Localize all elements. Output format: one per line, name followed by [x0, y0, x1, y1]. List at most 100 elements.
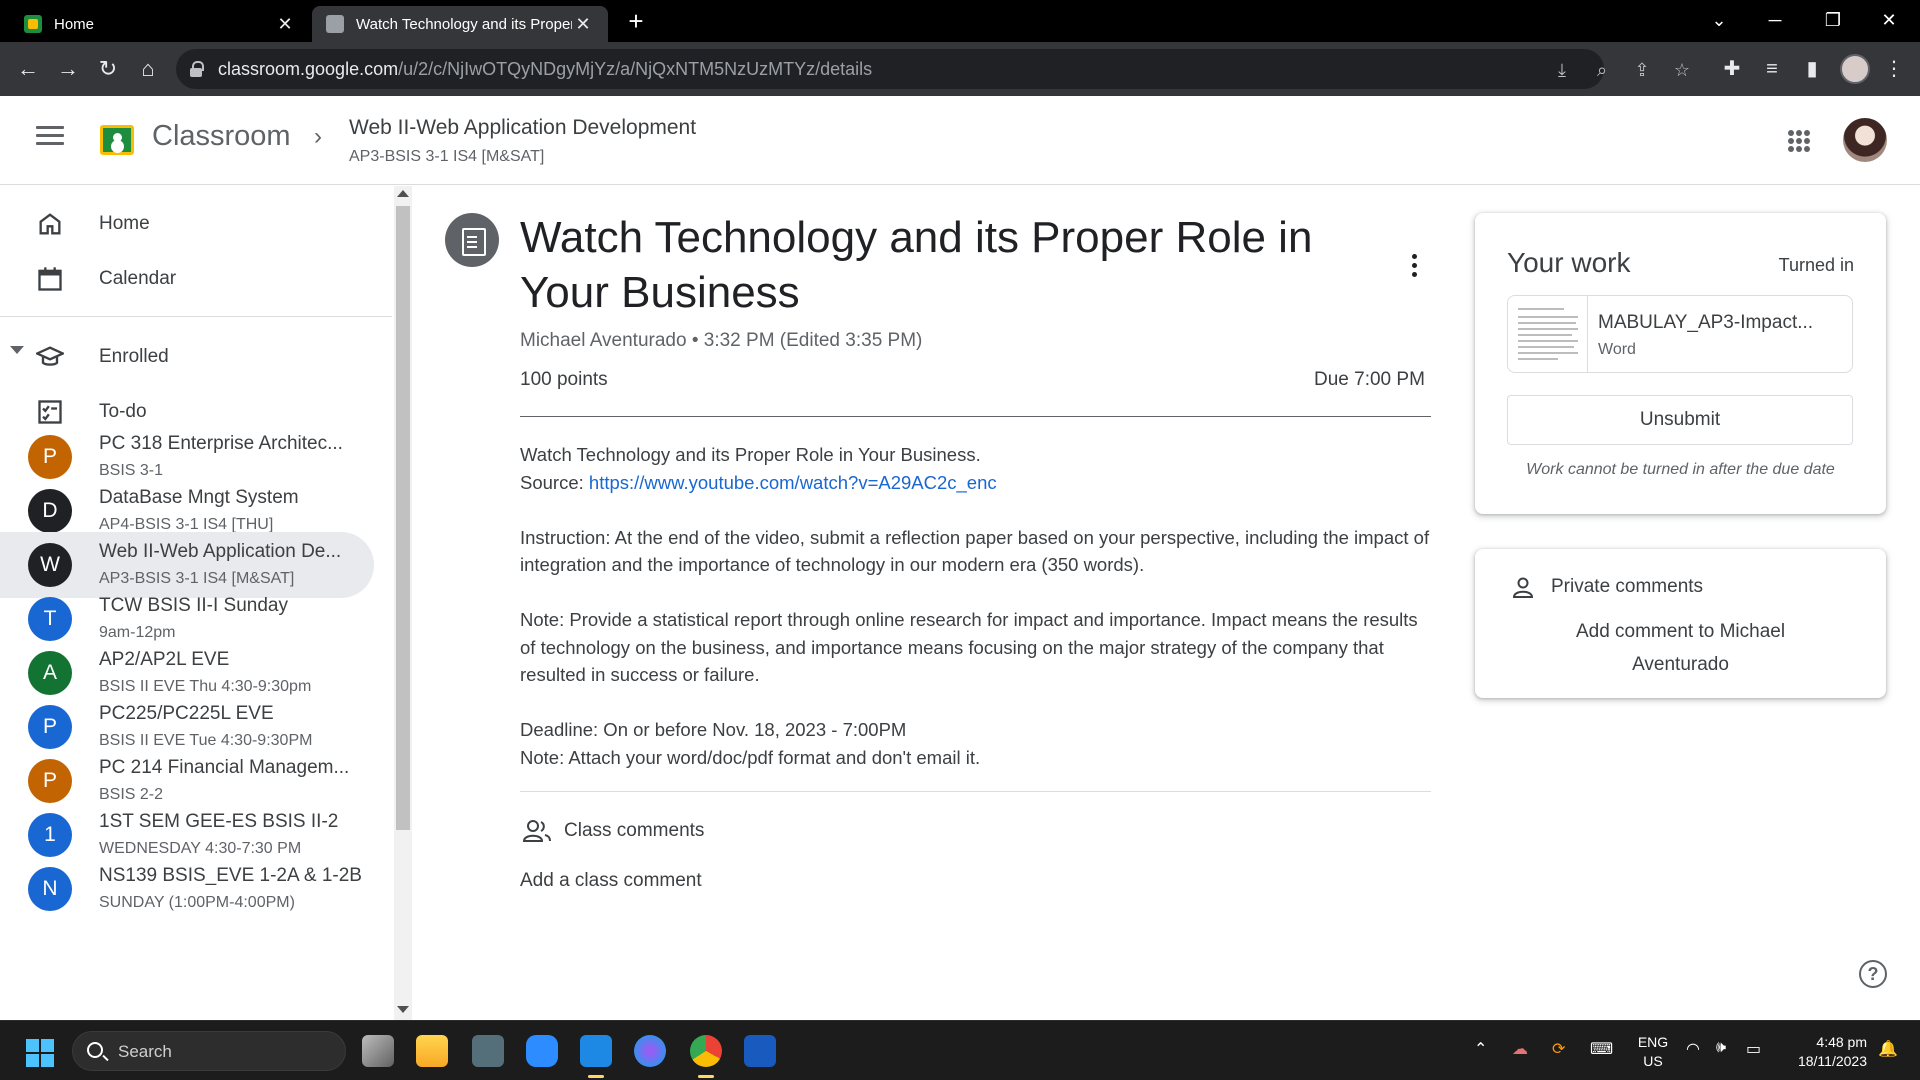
back-arrow-icon[interactable]: ← [12, 53, 44, 85]
assignment-icon [445, 213, 499, 267]
classroom-logo-icon[interactable] [100, 125, 134, 155]
sidebar-item-label: To-do [99, 401, 147, 422]
course-name: AP2/AP2L EVE [99, 649, 230, 670]
sidebar: Home Calendar Enrolled To-do P PC 318 Ent… [0, 186, 394, 1020]
taskbar-search[interactable]: Search [72, 1031, 346, 1071]
zoom-icon[interactable]: ⌕ [1590, 59, 1614, 81]
word-icon[interactable] [744, 1035, 776, 1067]
install-app-icon[interactable]: ⤓ [1550, 59, 1574, 81]
classroom-favicon-icon [326, 15, 344, 33]
sidebar-scrollbar-thumb[interactable] [396, 206, 410, 830]
browser-tab-bar: Home ✕ Watch Technology and its Proper R… [0, 0, 1920, 42]
zoom-app-icon[interactable] [526, 1035, 558, 1067]
course-name: NS139 BSIS_EVE 1-2A & 1-2B [99, 865, 362, 886]
sidebar-item-home[interactable]: Home [0, 196, 374, 252]
source-link[interactable]: https://www.youtube.com/watch?v=A29AC2c_… [589, 472, 997, 493]
sidebar-item-label: Home [99, 213, 150, 234]
reload-icon[interactable]: ↻ [92, 53, 124, 85]
onedrive-error-icon[interactable]: ☁ [1512, 1039, 1528, 1059]
note-text: Note: Provide a statistical report throu… [520, 609, 1418, 685]
tab-assignment[interactable]: Watch Technology and its Proper Role in … [312, 6, 608, 42]
due-label: Due 7:00 PM [1314, 369, 1425, 390]
add-private-comment-button[interactable]: Add comment to Michael Aventurado [1535, 615, 1826, 681]
course-name: PC 214 Financial Managem... [99, 757, 350, 778]
author-name: Michael Aventurado [520, 330, 687, 351]
course-name: 1ST SEM GEE-ES BSIS II-2 [99, 811, 339, 832]
more-options-icon[interactable] [1406, 254, 1422, 282]
media-control-icon[interactable]: ≡ [1758, 55, 1786, 83]
course-avatar: 1 [28, 813, 72, 857]
volume-icon[interactable]: 🕪 [1716, 1039, 1726, 1057]
course-title-link[interactable]: Web II-Web Application Development [349, 116, 696, 140]
bookmark-star-icon[interactable]: ☆ [1670, 59, 1694, 81]
class-comments-label: Class comments [564, 820, 705, 841]
sidebar-item-enrolled[interactable]: Enrolled [0, 329, 374, 385]
search-icon [87, 1042, 103, 1058]
status-badge: Turned in [1778, 255, 1854, 275]
assignment-meta: Michael Aventurado • 3:32 PM (Edited 3:3… [520, 330, 923, 351]
course-avatar: P [28, 759, 72, 803]
language-indicator[interactable]: ENG US [1633, 1033, 1673, 1071]
google-apps-icon[interactable] [1788, 130, 1810, 152]
due-date-note: Work cannot be turned in after the due d… [1526, 461, 1835, 478]
sync-icon[interactable]: ⟳ [1552, 1039, 1565, 1059]
minimize-button[interactable]: ─ [1752, 0, 1798, 42]
course-avatar: P [28, 435, 72, 479]
tab-home[interactable]: Home ✕ [10, 6, 310, 42]
add-class-comment-button[interactable]: Add a class comment [520, 870, 702, 892]
messenger-icon[interactable] [634, 1035, 666, 1067]
app-name[interactable]: Classroom [152, 120, 291, 153]
close-tab-icon[interactable]: ✕ [572, 14, 594, 35]
battery-icon[interactable]: ▭ [1746, 1039, 1761, 1059]
attachment-card[interactable]: MABULAY_AP3-Impact... Word [1507, 295, 1853, 373]
attachment-type: Word [1598, 341, 1636, 358]
chevron-up-icon[interactable]: ⌃ [1474, 1039, 1487, 1059]
private-comments-card: Private comments Add comment to Michael … [1475, 549, 1886, 698]
attachment-name: MABULAY_AP3-Impact... [1598, 312, 1814, 333]
task-view-icon[interactable] [362, 1035, 394, 1067]
windows-start-icon[interactable] [26, 1039, 54, 1067]
divider [520, 791, 1431, 792]
lock-icon[interactable] [190, 61, 204, 77]
restore-button[interactable]: ❐ [1810, 0, 1856, 42]
main-menu-icon[interactable] [36, 126, 64, 150]
source-line: Source: https://www.youtube.com/watch?v=… [520, 471, 997, 493]
calculator-icon[interactable] [472, 1035, 504, 1067]
notification-bell-icon[interactable]: 🔔 [1878, 1039, 1898, 1059]
system-clock[interactable]: 4:48 pm 18/11/2023 [1783, 1033, 1867, 1071]
close-window-button[interactable]: ✕ [1866, 0, 1912, 42]
tab-search-icon[interactable]: ⌄ [1696, 0, 1742, 42]
sidebar-item-label: Calendar [99, 268, 177, 289]
account-avatar[interactable] [1843, 118, 1887, 162]
file-explorer-icon[interactable] [416, 1035, 448, 1067]
wifi-icon[interactable]: ◠ [1686, 1039, 1700, 1059]
close-tab-icon[interactable]: ✕ [274, 14, 296, 35]
description-line: Watch Technology and its Proper Role in … [520, 444, 981, 465]
browser-menu-icon[interactable]: ⋮ [1880, 55, 1908, 83]
course-avatar: N [28, 867, 72, 911]
url-text[interactable]: classroom.google.com/u/2/c/NjIwOTQyNDgyM… [218, 59, 872, 80]
your-work-card: Your work Turned in MABULAY_AP3-Impact..… [1475, 213, 1886, 514]
divider [520, 416, 1431, 417]
assignment-title: Watch Technology and its Proper Role in … [520, 213, 1313, 317]
scroll-down-arrow-icon[interactable] [397, 1006, 409, 1013]
points-label: 100 points [520, 369, 608, 390]
extensions-puzzle-icon[interactable]: ✚ [1718, 55, 1746, 83]
scroll-up-arrow-icon[interactable] [397, 190, 409, 197]
forward-arrow-icon[interactable]: → [52, 53, 84, 85]
new-tab-button[interactable]: + [620, 6, 652, 38]
sidebar-item-calendar[interactable]: Calendar [0, 251, 374, 307]
course-section: SUNDAY (1:00PM-4:00PM) [99, 894, 295, 911]
keyboard-icon[interactable]: ⌨ [1590, 1039, 1613, 1059]
address-bar[interactable]: classroom.google.com/u/2/c/NjIwOTQyNDgyM… [176, 49, 1690, 89]
sidebar-item-course[interactable]: N NS139 BSIS_EVE 1-2A & 1-2B SUNDAY (1:00P… [0, 856, 374, 922]
home-icon[interactable]: ⌂ [132, 53, 164, 85]
chrome-icon[interactable] [690, 1035, 722, 1078]
browser-profile-avatar[interactable] [1840, 54, 1870, 84]
deadline-text: Deadline: On or before Nov. 18, 2023 - 7… [520, 719, 907, 740]
notepad-icon[interactable] [580, 1035, 612, 1078]
share-icon[interactable]: ⇪ [1630, 59, 1654, 81]
unsubmit-button[interactable]: Unsubmit [1507, 395, 1853, 445]
help-icon[interactable]: ? [1859, 960, 1887, 988]
side-panel-icon[interactable]: ▮ [1798, 55, 1826, 83]
